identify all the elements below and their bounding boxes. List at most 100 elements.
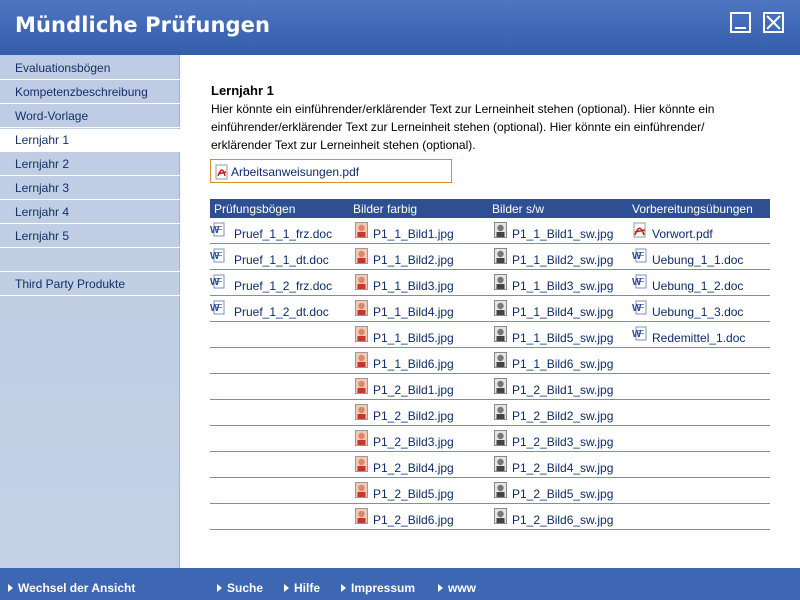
column-header: Bilder s/w — [492, 202, 545, 216]
svg-text:W: W — [632, 251, 642, 262]
table-cell: P1_1_Bild3.jpg — [355, 270, 494, 296]
intro-text: Hier könnte ein einführender/erklärender… — [211, 100, 731, 154]
sidebar-item-lernjahr-2[interactable]: Lernjahr 2 — [0, 153, 180, 176]
footer-link-suche[interactable]: Suche — [217, 581, 263, 595]
table-row: P1_2_Bild5.jpg P1_2_Bild5_sw.jpg — [210, 478, 770, 504]
file-link[interactable]: Vorwort.pdf — [652, 227, 713, 241]
file-link[interactable]: Redemittel_1.doc — [652, 331, 745, 345]
image-color-icon — [355, 508, 368, 529]
sidebar-item-label: Lernjahr 4 — [15, 205, 70, 219]
file-link[interactable]: P1_1_Bild3_sw.jpg — [512, 279, 613, 293]
intro-line: erklärender Text zur Lerneinheit stehen … — [211, 138, 476, 152]
column-header: Prüfungsbögen — [214, 202, 296, 216]
doc-icon: W — [632, 300, 650, 321]
file-link[interactable]: Pruef_1_2_dt.doc — [234, 305, 329, 319]
file-link[interactable]: Pruef_1_1_frz.doc — [234, 227, 332, 241]
table-row: P1_2_Bild6.jpg P1_2_Bild6_sw.jpg — [210, 504, 770, 530]
app-title: Mündliche Prüfungen — [15, 13, 271, 37]
image-bw-icon — [494, 300, 507, 321]
file-link[interactable]: P1_1_Bild4_sw.jpg — [512, 305, 613, 319]
file-link[interactable]: P1_1_Bild5.jpg — [373, 331, 454, 345]
file-link[interactable]: Pruef_1_2_frz.doc — [234, 279, 332, 293]
sidebar-item-label: Lernjahr 1 — [15, 133, 70, 147]
image-color-icon — [355, 430, 368, 451]
footer-link-hilfe[interactable]: Hilfe — [284, 581, 320, 595]
table-cell: W Pruef_1_2_dt.doc — [210, 296, 349, 322]
svg-text:W: W — [210, 225, 220, 236]
file-link[interactable]: P1_2_Bild2.jpg — [373, 409, 454, 423]
intro-line: Hier könnte ein einführender/erklärender… — [211, 102, 715, 116]
sidebar-item-lernjahr-5[interactable]: Lernjahr 5 — [0, 225, 180, 248]
close-icon — [766, 15, 781, 30]
file-link[interactable]: P1_1_Bild1.jpg — [373, 227, 454, 241]
close-button[interactable] — [763, 12, 784, 33]
table-cell: P1_2_Bild3.jpg — [355, 426, 494, 452]
image-bw-icon — [494, 508, 507, 529]
table-cell: P1_1_Bild4.jpg — [355, 296, 494, 322]
file-link[interactable]: P1_1_Bild3.jpg — [373, 279, 454, 293]
table-cell: P1_2_Bild2.jpg — [355, 400, 494, 426]
footer-link-impressum[interactable]: Impressum — [341, 581, 415, 595]
image-bw-icon — [494, 456, 507, 477]
file-link[interactable]: P1_1_Bild6.jpg — [373, 357, 454, 371]
file-link[interactable]: P1_1_Bild5_sw.jpg — [512, 331, 613, 345]
sidebar-item-label: Evaluationsbögen — [15, 61, 111, 75]
doc-icon: W — [210, 274, 228, 295]
table-cell: P1_2_Bild6_sw.jpg — [494, 504, 633, 530]
table-cell: P1_1_Bild6_sw.jpg — [494, 348, 633, 374]
image-color-icon — [355, 274, 368, 295]
sidebar-item-lernjahr-4[interactable]: Lernjahr 4 — [0, 201, 180, 224]
file-link[interactable]: P1_2_Bild2_sw.jpg — [512, 409, 613, 423]
table-row: W Pruef_1_2_frz.doc P1_1_Bild3.jpg P1_1_Bil… — [210, 270, 770, 296]
file-link[interactable]: P1_2_Bild4_sw.jpg — [512, 461, 613, 475]
file-link[interactable]: Uebung_1_2.doc — [652, 279, 743, 293]
file-link[interactable]: Uebung_1_1.doc — [652, 253, 743, 267]
file-link[interactable]: P1_2_Bild6.jpg — [373, 513, 454, 527]
file-link[interactable]: Uebung_1_3.doc — [652, 305, 743, 319]
file-link[interactable]: P1_2_Bild3.jpg — [373, 435, 454, 449]
file-link[interactable]: Pruef_1_1_dt.doc — [234, 253, 329, 267]
image-bw-icon — [494, 248, 507, 269]
file-link[interactable]: P1_2_Bild5.jpg — [373, 487, 454, 501]
table-cell: W Uebung_1_2.doc — [632, 270, 770, 296]
image-bw-icon — [494, 352, 507, 373]
image-color-icon — [355, 482, 368, 503]
svg-text:W: W — [632, 277, 642, 288]
footer-link-www[interactable]: www — [438, 581, 476, 595]
table-cell: P1_1_Bild2_sw.jpg — [494, 244, 633, 270]
image-bw-icon — [494, 326, 507, 347]
table-cell: P1_1_Bild5.jpg — [355, 322, 494, 348]
minimize-button[interactable] — [730, 12, 751, 33]
table-cell: P1_1_Bild6.jpg — [355, 348, 494, 374]
featured-file-box: Arbeitsanweisungen.pdf — [210, 159, 452, 183]
file-link[interactable]: P1_1_Bild6_sw.jpg — [512, 357, 613, 371]
table-cell: P1_1_Bild5_sw.jpg — [494, 322, 633, 348]
file-link[interactable]: P1_1_Bild4.jpg — [373, 305, 454, 319]
pdf-icon — [632, 222, 648, 243]
sidebar-item-label: Kompetenzbeschreibung — [15, 85, 148, 99]
sidebar-item-third-party[interactable]: Third Party Produkte — [0, 273, 180, 296]
footer-link-wechsel-ansicht[interactable]: Wechsel der Ansicht — [8, 581, 135, 595]
file-link[interactable]: P1_1_Bild2_sw.jpg — [512, 253, 613, 267]
sidebar-item-evaluationsboegen[interactable]: Evaluationsbögen — [0, 57, 180, 80]
sidebar-item-word-vorlage[interactable]: Word-Vorlage — [0, 105, 180, 128]
doc-icon: W — [632, 248, 650, 269]
file-link[interactable]: P1_2_Bild3_sw.jpg — [512, 435, 613, 449]
file-link[interactable]: P1_1_Bild1_sw.jpg — [512, 227, 613, 241]
sidebar-item-lernjahr-1[interactable]: Lernjahr 1 — [0, 129, 180, 152]
sidebar-item-label: Lernjahr 5 — [15, 229, 70, 243]
file-link[interactable]: P1_2_Bild1_sw.jpg — [512, 383, 613, 397]
file-link[interactable]: P1_1_Bild2.jpg — [373, 253, 454, 267]
sidebar-item-lernjahr-3[interactable]: Lernjahr 3 — [0, 177, 180, 200]
image-color-icon — [355, 404, 368, 425]
file-link[interactable]: P1_2_Bild4.jpg — [373, 461, 454, 475]
table-header: Prüfungsbögen Bilder farbig Bilder s/w V… — [210, 199, 770, 218]
file-link[interactable]: P1_2_Bild6_sw.jpg — [512, 513, 613, 527]
svg-text:W: W — [210, 303, 220, 314]
image-bw-icon — [494, 274, 507, 295]
table-row: P1_2_Bild2.jpg P1_2_Bild2_sw.jpg — [210, 400, 770, 426]
file-link[interactable]: P1_2_Bild1.jpg — [373, 383, 454, 397]
file-link[interactable]: P1_2_Bild5_sw.jpg — [512, 487, 613, 501]
sidebar-item-kompetenzbeschreibung[interactable]: Kompetenzbeschreibung — [0, 81, 180, 104]
featured-file-link[interactable]: Arbeitsanweisungen.pdf — [231, 165, 359, 179]
